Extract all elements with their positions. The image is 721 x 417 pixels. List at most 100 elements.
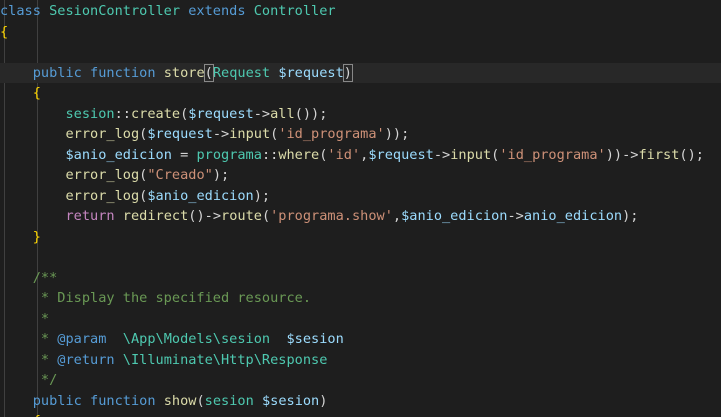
code-token: first	[638, 146, 680, 163]
code-token: ->	[212, 126, 230, 142]
code-token: $request	[278, 64, 344, 81]
code-token: (	[203, 63, 214, 82]
code-token: show	[163, 392, 197, 409]
code-token: route	[221, 208, 262, 224]
code-token: ::	[114, 105, 131, 122]
code-line[interactable]: *	[0, 309, 49, 330]
code-line[interactable]: */	[0, 370, 57, 391]
code-token: sesion	[65, 105, 115, 122]
code-token: return	[65, 208, 115, 224]
code-line[interactable]: * @param \App\Models\sesion $sesion	[0, 329, 344, 350]
code-token: error_log	[65, 167, 140, 183]
code-token: programa	[196, 146, 262, 163]
code-token: ))->	[605, 146, 639, 163]
code-token: @param	[57, 331, 107, 347]
code-line[interactable]: {	[0, 411, 41, 417]
code-token: ,	[392, 208, 402, 224]
code-token: function	[90, 392, 156, 409]
code-token: store	[163, 64, 205, 81]
code-token: Controller	[253, 3, 336, 19]
code-token: {	[32, 85, 41, 101]
code-token: {	[33, 413, 41, 417]
code-token: 'id'	[327, 146, 361, 163]
code-line[interactable]: sesion::create($request->all());	[0, 104, 327, 125]
code-line[interactable]: error_log($request->input('id_programa')…	[0, 124, 409, 145]
code-token: {	[0, 23, 9, 40]
code-token: \Illuminate\Http\Response	[122, 351, 328, 368]
code-line[interactable]: /**	[0, 268, 58, 289]
code-token: extends	[188, 3, 246, 19]
code-token: public	[32, 64, 82, 81]
code-token: ::	[261, 146, 279, 163]
code-token: *	[40, 310, 50, 327]
code-token: sesion	[204, 392, 254, 409]
code-token: $anio_edicion	[65, 146, 172, 163]
code-line[interactable]: public function show(sesion $sesion)	[0, 391, 328, 412]
code-token: * Display the specified resource.	[40, 290, 311, 306]
code-token: 'programa.show'	[270, 208, 393, 224]
code-token: ());	[294, 105, 328, 122]
code-token: ()->	[188, 208, 222, 224]
code-token: SesionController	[49, 3, 181, 19]
code-token: (	[261, 208, 271, 224]
code-token: $sesion	[261, 392, 320, 409]
code-token: );	[622, 208, 639, 224]
code-line[interactable]: public function store(Request $request)	[0, 62, 721, 83]
code-editor[interactable]: class SesionController extends Controlle…	[0, 0, 721, 417]
code-token: $request	[188, 105, 254, 122]
code-line[interactable]: error_log("Creado");	[0, 165, 229, 186]
code-line[interactable]: error_log($anio_edicion);	[0, 186, 270, 207]
code-token: ->	[433, 146, 451, 163]
code-token: class	[0, 3, 41, 19]
code-line[interactable]: {	[0, 22, 8, 43]
code-token: ();	[679, 146, 704, 163]
code-token: "Creado"	[147, 167, 213, 183]
code-line[interactable]: * @return \Illuminate\Http\Response	[0, 350, 327, 371]
code-line[interactable]: {	[0, 83, 41, 104]
code-token: error_log	[65, 187, 140, 204]
code-token: input	[450, 146, 492, 163]
code-token: }	[32, 228, 41, 245]
code-token: error_log	[65, 126, 140, 142]
code-line[interactable]: class SesionController extends Controlle…	[0, 1, 336, 22]
code-line[interactable]: $anio_edicion = programa::where('id',$re…	[0, 145, 704, 166]
code-token: *	[40, 351, 58, 368]
code-token: 'id_programa'	[278, 126, 385, 142]
code-token: =	[171, 146, 197, 163]
code-token: 'id_programa'	[499, 146, 606, 163]
code-token: all	[270, 105, 295, 122]
code-token: ->	[507, 208, 524, 224]
code-token: $request	[147, 126, 213, 142]
code-token: input	[229, 126, 271, 142]
code-token: ->	[253, 105, 271, 122]
code-token: Request	[212, 64, 271, 81]
code-token: *	[40, 331, 58, 347]
code-line[interactable]: * Display the specified resource.	[0, 288, 311, 309]
code-line[interactable]: }	[0, 227, 41, 248]
code-token: );	[253, 187, 271, 204]
code-token: /**	[32, 269, 58, 286]
code-token: function	[90, 64, 156, 81]
code-line[interactable]: return redirect()->route('programa.show'…	[0, 206, 638, 227]
